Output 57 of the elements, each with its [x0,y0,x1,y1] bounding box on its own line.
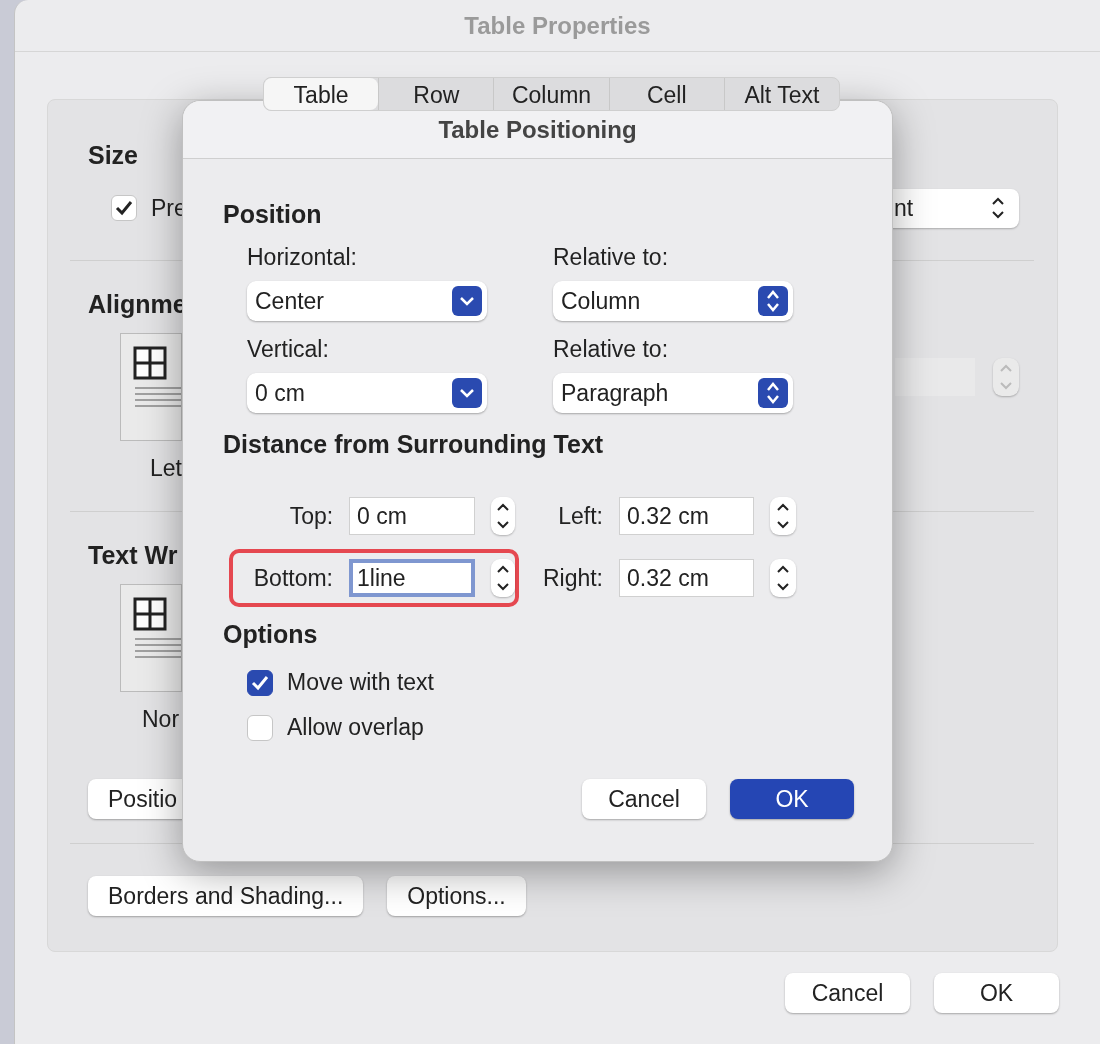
checkmark-icon [251,674,269,691]
button[interactable]: OK [730,779,854,819]
dialog-title: Table Positioning [438,115,637,144]
tab[interactable]: Cell [608,78,724,110]
button[interactable]: Options... [387,876,526,916]
input-field[interactable]: 0.32 cm [619,497,754,535]
chevron-updown-icon [776,563,790,593]
chevron-updown-icon [991,195,1005,221]
button[interactable]: Borders and Shading... [88,876,364,916]
stepper[interactable] [490,559,515,597]
field-label: Vertical: [247,335,330,363]
input-field[interactable]: 1line [349,559,475,597]
tab[interactable]: Table [264,78,379,110]
table-layout-icon[interactable] [120,333,182,441]
button[interactable]: Cancel [785,973,910,1013]
chevron-updown-icon [758,378,788,408]
dropdown[interactable]: Paragraph [553,373,793,413]
tab[interactable]: Row [378,78,494,110]
field-label: Right: [541,564,603,592]
field-label: Bottom: [252,564,333,592]
input-field[interactable]: 0.32 cm [619,559,754,597]
table-layout-icon[interactable] [120,584,182,692]
chevron-updown-icon [758,286,788,316]
stepper[interactable] [490,497,515,535]
stepper[interactable] [770,559,796,597]
section-heading: Text Wr [88,540,178,570]
field-label: Relative to: [553,243,670,271]
option-label: Let [150,455,182,482]
section-heading: Options [223,619,319,649]
field-label: Left: [557,502,603,530]
checkmark-icon [115,200,133,216]
chevron-down-icon [452,286,482,316]
field-label: Top: [288,502,334,530]
option-label: Nor [142,706,180,733]
chevron-updown-icon [776,501,790,531]
checkbox-label: Move with text [287,669,434,696]
section-heading: Size [88,140,139,170]
checkbox[interactable] [247,669,273,696]
chevron-updown-icon [999,362,1013,392]
field-label: Horizontal: [247,243,358,271]
chevron-updown-icon [495,563,510,593]
stepper[interactable] [770,497,796,535]
button[interactable]: Cancel [582,779,706,819]
section-heading: Position [223,199,323,229]
tab[interactable]: Column [493,78,609,110]
window-title: Table Properties [464,11,651,40]
dropdown[interactable]: 0 cm [247,373,487,413]
section-heading: Distance from Surrounding Text [223,429,605,459]
dropdown[interactable]: Column [553,281,793,321]
field-label: Relative to: [553,335,670,363]
section-heading: Alignme [88,289,187,319]
button[interactable]: OK [934,973,1059,1013]
checkbox-label: Allow overlap [287,714,424,741]
input-field[interactable]: 0 cm [349,497,475,535]
chevron-updown-icon [495,501,510,531]
chevron-down-icon [452,378,482,408]
dropdown[interactable]: Center [247,281,487,321]
